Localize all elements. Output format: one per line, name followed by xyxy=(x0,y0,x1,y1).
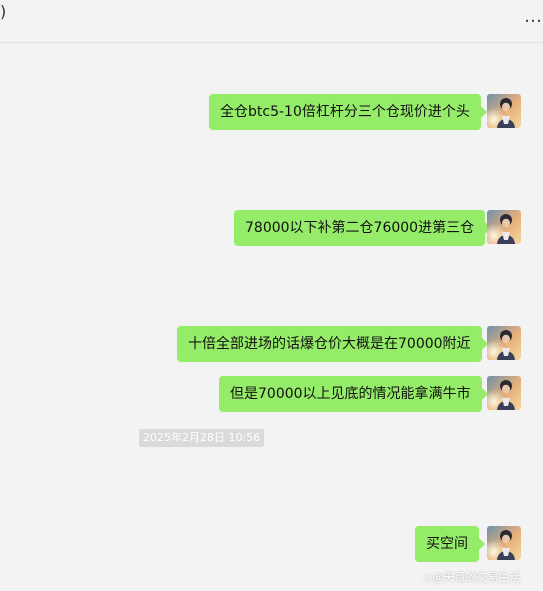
message-timestamp: 2025年2月28日 10:56 xyxy=(139,429,265,447)
message-bubble[interactable]: 78000以下补第二仓76000进第三仓 xyxy=(234,210,492,246)
avatar[interactable] xyxy=(487,376,521,410)
avatar[interactable] xyxy=(487,94,521,128)
watermark: ◇@天哥的交易生活 xyxy=(424,571,521,584)
chat-title: ) xyxy=(0,2,7,21)
chat-header: ) … xyxy=(0,0,543,43)
message-bubble[interactable]: 买空间 xyxy=(415,526,485,562)
message-bubble[interactable]: 但是70000以上见底的情况能拿满牛市 xyxy=(219,376,488,412)
message-bubble[interactable]: 十倍全部进场的话爆仓价大概是在70000附近 xyxy=(177,326,488,362)
avatar[interactable] xyxy=(487,326,521,360)
avatar-image xyxy=(487,376,521,410)
message-bubble[interactable]: 全仓btc5-10倍杠杆分三个仓现价进个头 xyxy=(209,94,487,130)
avatar-image xyxy=(487,210,521,244)
avatar-image xyxy=(487,94,521,128)
avatar[interactable] xyxy=(487,526,521,560)
ellipsis-icon[interactable]: … xyxy=(524,6,543,27)
avatar-image xyxy=(487,526,521,560)
avatar-image xyxy=(487,326,521,360)
avatar[interactable] xyxy=(487,210,521,244)
